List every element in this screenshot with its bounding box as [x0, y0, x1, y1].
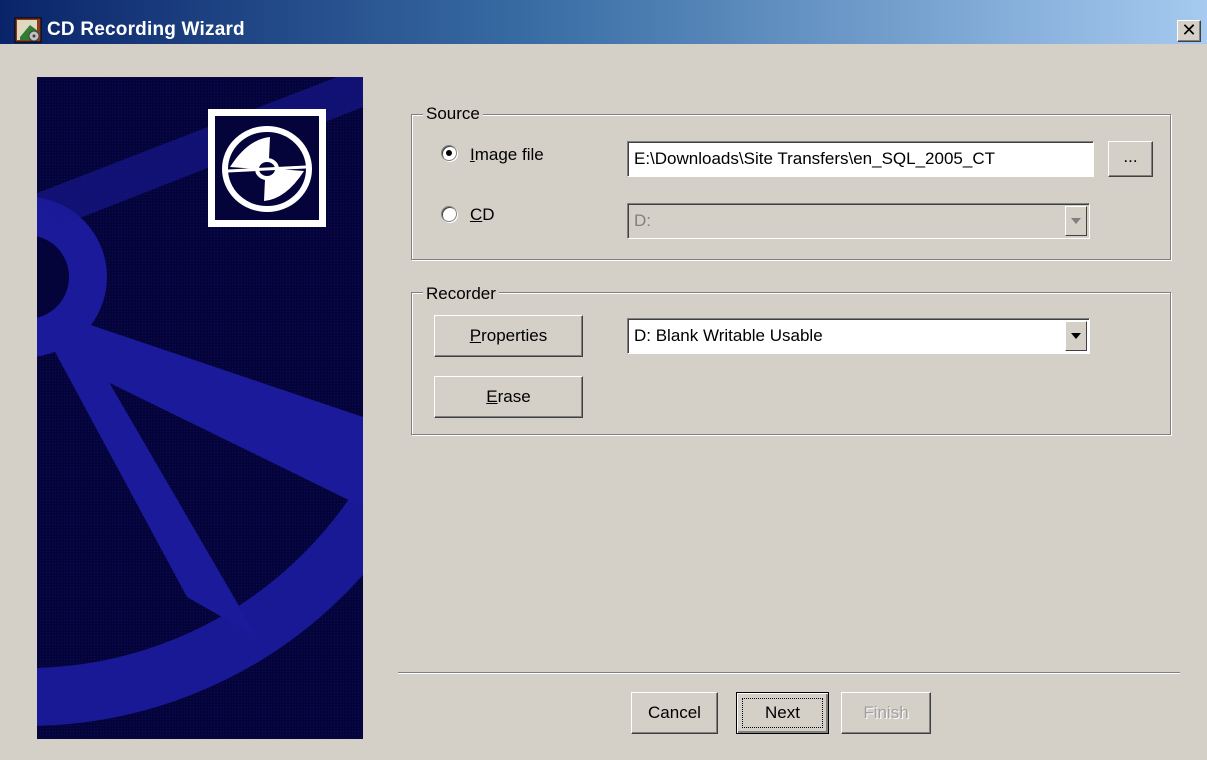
radio-selected-dot — [446, 150, 452, 156]
image-path-value: E:\Downloads\Site Transfers\en_SQL_2005_… — [634, 149, 995, 168]
finish-button: Finish — [841, 692, 931, 734]
cd-drive-dropdown-button[interactable] — [1065, 206, 1087, 236]
cancel-button[interactable]: Cancel — [631, 692, 718, 734]
properties-button[interactable]: Properties — [434, 315, 583, 357]
next-label: Next — [765, 703, 800, 722]
cd-disc-icon — [208, 109, 326, 227]
recorder-device-select[interactable]: D: Blank Writable Usable — [627, 318, 1090, 354]
title-bar[interactable]: CD Recording Wizard ✕ — [0, 0, 1207, 44]
recorder-device-value: D: Blank Writable Usable — [634, 326, 823, 345]
erase-button[interactable]: Erase — [434, 376, 583, 418]
footer-separator — [398, 672, 1180, 674]
window-title: CD Recording Wizard — [47, 19, 245, 40]
cd-radio[interactable] — [441, 206, 457, 222]
recorder-legend: Recorder — [423, 284, 499, 304]
close-icon: ✕ — [1181, 20, 1197, 40]
erase-label-rest: rase — [497, 387, 531, 406]
chevron-down-icon — [1071, 218, 1081, 224]
cd-recorder-icon — [14, 17, 42, 43]
cd-label[interactable]: CD — [470, 205, 495, 225]
cd-drive-value: D: — [634, 211, 651, 230]
chevron-down-icon — [1071, 333, 1081, 339]
properties-mnemonic: P — [469, 326, 482, 345]
browse-label: ... — [1123, 147, 1138, 166]
image-path-input[interactable]: E:\Downloads\Site Transfers\en_SQL_2005_… — [627, 141, 1094, 177]
next-button[interactable]: Next — [736, 692, 829, 734]
cd-recording-wizard-window: CD Recording Wizard ✕ Source Image file … — [0, 0, 1207, 760]
finish-label: Finish — [863, 703, 909, 722]
image-file-label-rest: mage file — [474, 145, 544, 164]
recorder-dropdown-button[interactable] — [1065, 321, 1087, 351]
properties-label-rest: roperties — [481, 326, 548, 345]
cd-drive-select[interactable]: D: — [627, 203, 1090, 239]
image-file-label[interactable]: Image file — [470, 145, 544, 165]
close-button[interactable]: ✕ — [1177, 20, 1201, 42]
wizard-banner — [37, 77, 363, 739]
cancel-label: Cancel — [648, 703, 701, 722]
erase-mnemonic: E — [486, 387, 498, 406]
source-legend: Source — [423, 104, 483, 124]
cd-mnemonic: C — [470, 205, 483, 224]
cd-label-rest: D — [482, 205, 495, 224]
image-file-radio[interactable] — [441, 145, 457, 161]
browse-button[interactable]: ... — [1108, 141, 1153, 177]
